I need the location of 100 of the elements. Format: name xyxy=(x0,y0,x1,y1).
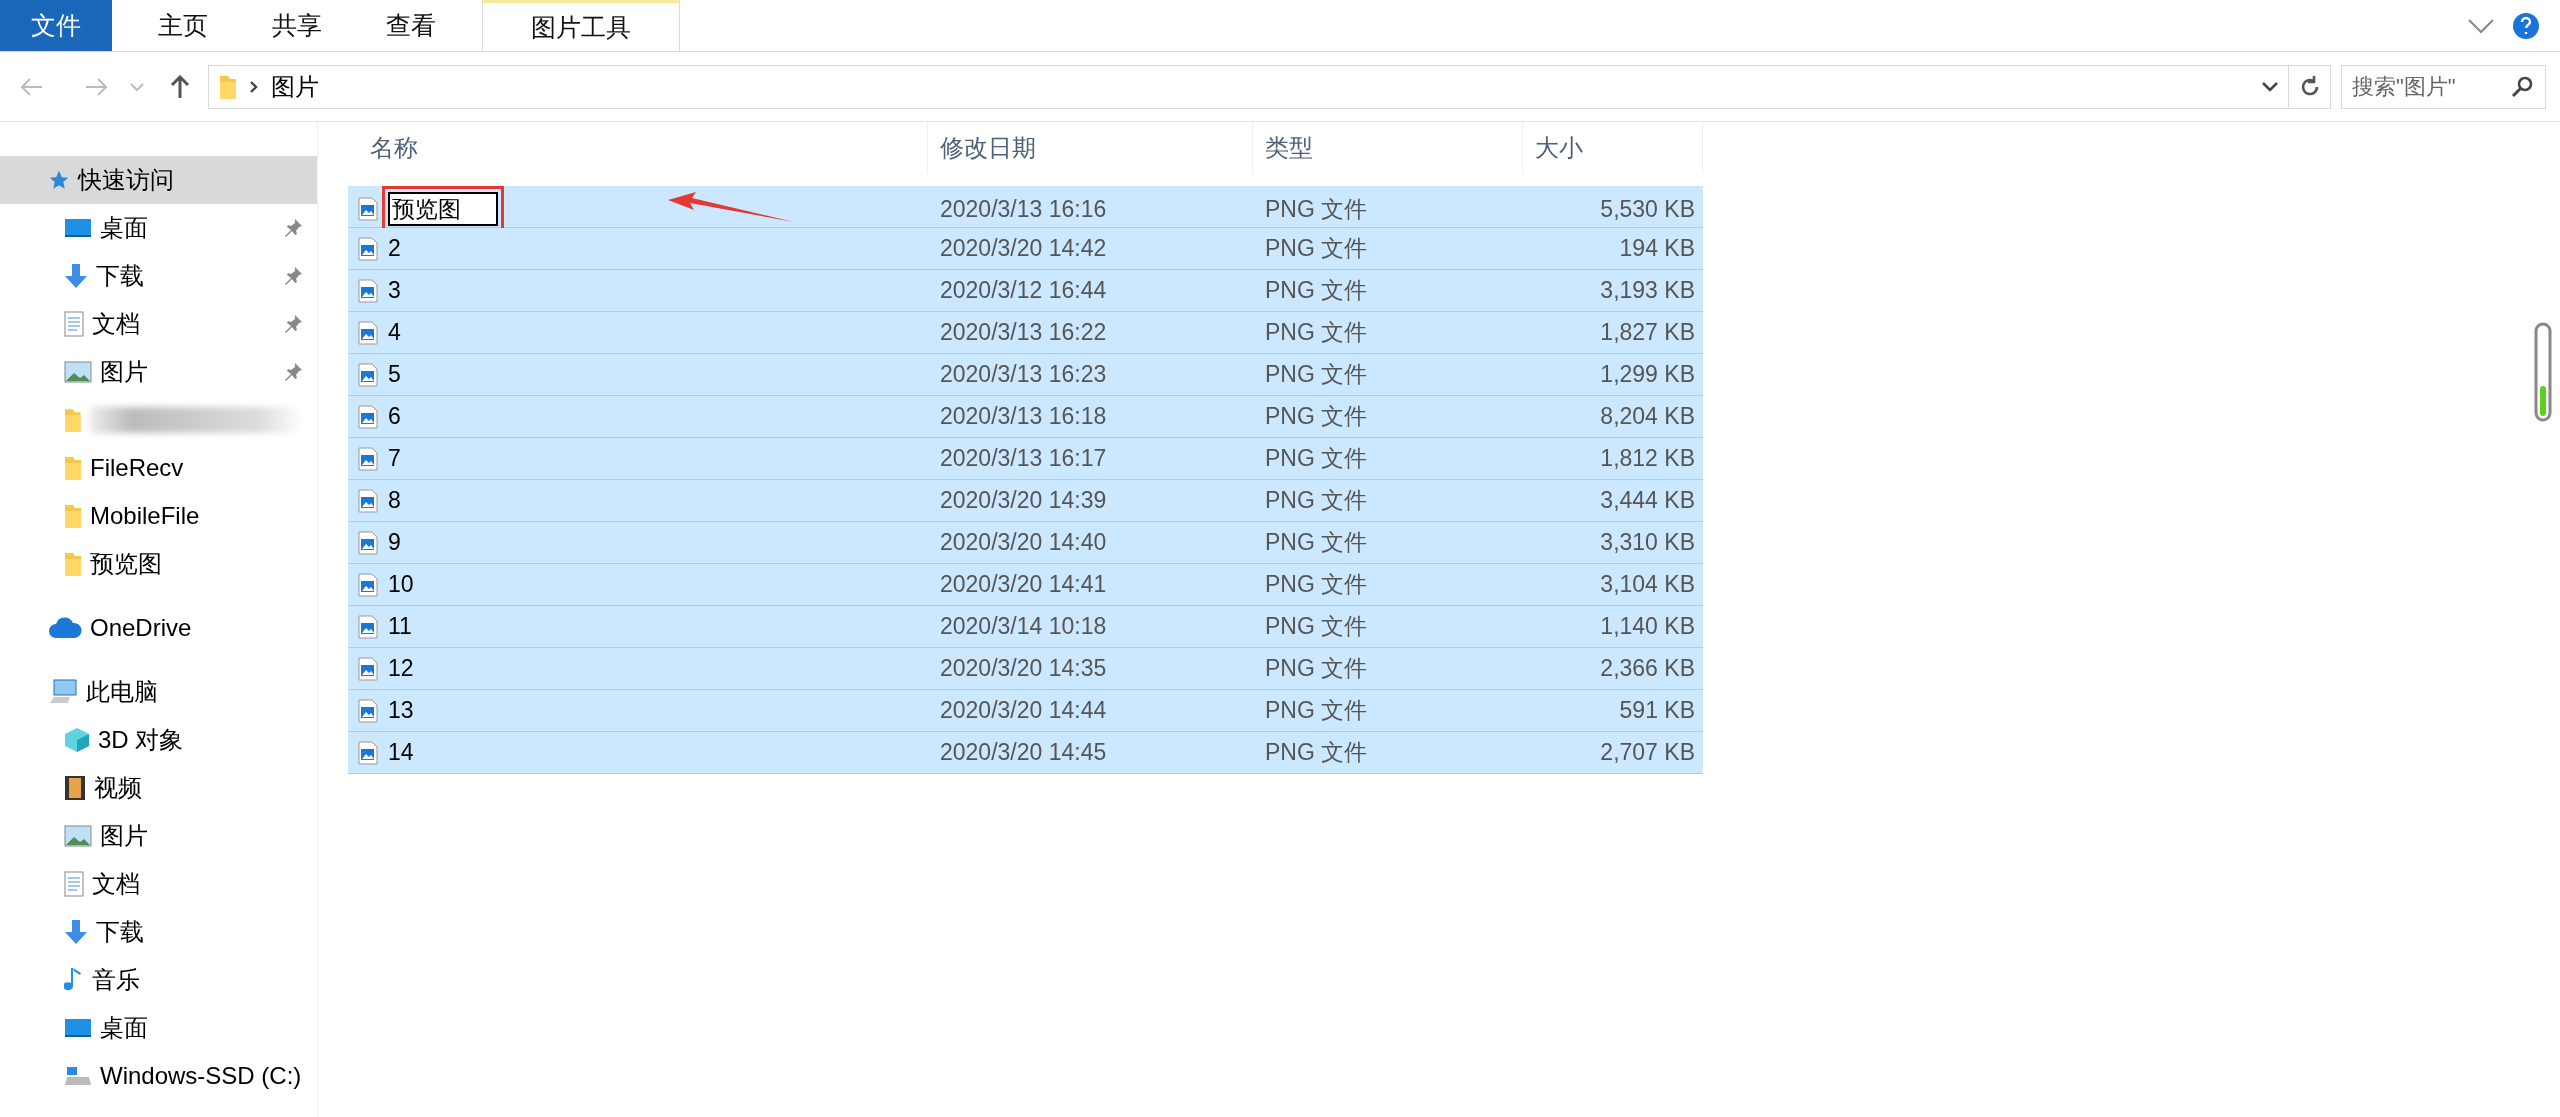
file-row[interactable]: 10 2020/3/20 14:41 PNG 文件 3,104 KB xyxy=(348,564,1703,606)
file-row[interactable]: 12 2020/3/20 14:35 PNG 文件 2,366 KB xyxy=(348,648,1703,690)
sidebar-item[interactable]: 下载 xyxy=(0,908,317,956)
monitor-icon xyxy=(64,217,92,239)
type-cell-text: PNG 文件 xyxy=(1264,738,1369,767)
date-cell-text: 2020/3/20 14:35 xyxy=(939,655,1108,682)
sidebar-item[interactable]: 快速访问 xyxy=(0,156,317,204)
sidebar-item[interactable]: 图片 xyxy=(0,348,317,396)
file-name: 4 xyxy=(388,319,401,346)
sidebar-item[interactable]: 桌面 xyxy=(0,1004,317,1052)
image-file-icon xyxy=(358,446,378,471)
column-header[interactable]: 修改日期 xyxy=(928,122,1253,174)
address-bar[interactable]: 图片 xyxy=(208,64,2289,109)
date-cell-text: 2020/3/20 14:40 xyxy=(939,529,1108,556)
file-row[interactable]: 2 2020/3/20 14:42 PNG 文件 194 KB xyxy=(348,228,1703,270)
file-row[interactable]: 预览图 2020/3/13 16:16 PNG 文件 5,530 KB xyxy=(348,186,1703,228)
pin-icon[interactable] xyxy=(283,362,303,382)
help-icon[interactable] xyxy=(2512,11,2540,40)
image-file-icon xyxy=(358,404,378,429)
sidebar-item[interactable]: 视频 xyxy=(0,764,317,812)
size-cell-text: 3,310 KB xyxy=(1599,529,1696,556)
column-header[interactable]: 类型 xyxy=(1253,122,1523,174)
file-name: 5 xyxy=(388,361,401,388)
sidebar-item[interactable]: 下载 xyxy=(0,252,317,300)
sidebar-item[interactable]: 桌面 xyxy=(0,204,317,252)
type-cell-text: PNG 文件 xyxy=(1264,360,1369,389)
date-cell-text: 2020/3/20 14:45 xyxy=(939,739,1108,766)
file-name: 3 xyxy=(388,277,401,304)
folder-icon xyxy=(64,551,82,577)
file-row[interactable]: 9 2020/3/20 14:40 PNG 文件 3,310 KB xyxy=(348,522,1703,564)
forward-arrow-icon[interactable] xyxy=(84,76,108,97)
size-cell-text: 2,707 KB xyxy=(1599,739,1696,766)
sidebar-item[interactable]: 3D 对象 xyxy=(0,716,317,764)
file-row[interactable]: 3 2020/3/12 16:44 PNG 文件 3,193 KB xyxy=(348,270,1703,312)
file-row[interactable]: 13 2020/3/20 14:44 PNG 文件 591 KB xyxy=(348,690,1703,732)
date-cell-text: 2020/3/13 16:23 xyxy=(939,361,1108,388)
picture-icon xyxy=(64,361,92,383)
file-row[interactable]: 14 2020/3/20 14:45 PNG 文件 2,707 KB xyxy=(348,732,1703,774)
rename-field[interactable]: 预览图 xyxy=(388,192,498,226)
sidebar-item[interactable]: Windows-SSD (C:) xyxy=(0,1052,317,1100)
sidebar-item[interactable]: 文档 xyxy=(0,300,317,348)
column-header[interactable]: 大小 xyxy=(1523,122,1703,174)
up-arrow-icon[interactable] xyxy=(170,74,190,99)
sidebar-item[interactable]: 音乐 xyxy=(0,956,317,1004)
date-cell-text: 2020/3/14 10:18 xyxy=(939,613,1108,640)
type-cell-text: PNG 文件 xyxy=(1264,696,1369,725)
folder-icon xyxy=(64,503,82,529)
back-arrow-icon[interactable] xyxy=(20,76,44,97)
breadcrumb[interactable]: 图片 xyxy=(271,70,319,103)
file-row[interactable]: 6 2020/3/13 16:18 PNG 文件 8,204 KB xyxy=(348,396,1703,438)
drive-icon xyxy=(64,1065,92,1087)
folder-icon xyxy=(64,455,82,481)
sidebar-item[interactable]: MobileFile xyxy=(0,492,317,540)
file-row[interactable]: 11 2020/3/14 10:18 PNG 文件 1,140 KB xyxy=(348,606,1703,648)
image-file-icon xyxy=(358,362,378,387)
file-name: 9 xyxy=(388,529,401,556)
ribbon-tab[interactable]: 图片工具 xyxy=(482,0,680,51)
film-icon xyxy=(64,775,86,801)
column-header[interactable]: 名称 xyxy=(348,122,928,174)
cube-icon xyxy=(64,727,90,753)
size-cell-text: 591 KB xyxy=(1618,697,1696,724)
cloud-icon xyxy=(48,617,82,639)
date-cell-text: 2020/3/20 14:42 xyxy=(939,235,1108,262)
file-row[interactable]: 8 2020/3/20 14:39 PNG 文件 3,444 KB xyxy=(348,480,1703,522)
document-icon xyxy=(64,871,84,897)
sidebar-item[interactable]: 图片 xyxy=(0,812,317,860)
type-cell-text: PNG 文件 xyxy=(1264,276,1369,305)
monitor-icon xyxy=(64,1017,92,1039)
date-cell-text: 2020/3/13 16:17 xyxy=(939,445,1108,472)
sidebar-item[interactable]: 此电脑 xyxy=(0,668,317,716)
file-row[interactable]: 4 2020/3/13 16:22 PNG 文件 1,827 KB xyxy=(348,312,1703,354)
sidebar-item[interactable]: 预览图 xyxy=(0,540,317,588)
computer-icon xyxy=(48,679,78,705)
search-icon xyxy=(2510,74,2534,99)
type-cell-text: PNG 文件 xyxy=(1264,612,1369,641)
file-row[interactable]: 5 2020/3/13 16:23 PNG 文件 1,299 KB xyxy=(348,354,1703,396)
pin-icon[interactable] xyxy=(283,314,303,334)
image-file-icon xyxy=(358,197,378,221)
date-cell-text: 2020/3/13 16:22 xyxy=(939,319,1108,346)
type-cell-text: PNG 文件 xyxy=(1264,194,1369,224)
image-file-icon xyxy=(358,656,378,681)
star-icon xyxy=(48,169,70,191)
folder-icon xyxy=(219,73,237,100)
sidebar-item[interactable]: OneDrive xyxy=(0,604,317,652)
refresh-button[interactable] xyxy=(2289,64,2331,109)
type-cell-text: PNG 文件 xyxy=(1264,654,1369,683)
pin-icon[interactable] xyxy=(283,218,303,238)
document-icon xyxy=(64,311,84,337)
ribbon-tab[interactable]: 文件 xyxy=(0,0,112,51)
file-row[interactable]: 7 2020/3/13 16:17 PNG 文件 1,812 KB xyxy=(348,438,1703,480)
sidebar-item[interactable]: 文档 xyxy=(0,860,317,908)
sidebar-item[interactable]: FileRecv xyxy=(0,444,317,492)
chevron-right-icon xyxy=(249,79,259,94)
chevron-down-icon[interactable] xyxy=(2262,81,2278,92)
pin-icon[interactable] xyxy=(283,266,303,286)
file-name: 7 xyxy=(388,445,401,472)
search-field[interactable]: 搜索"图片" xyxy=(2341,64,2546,109)
type-cell-text: PNG 文件 xyxy=(1264,444,1369,473)
file-name: 10 xyxy=(388,571,414,598)
type-cell-text: PNG 文件 xyxy=(1264,486,1369,515)
